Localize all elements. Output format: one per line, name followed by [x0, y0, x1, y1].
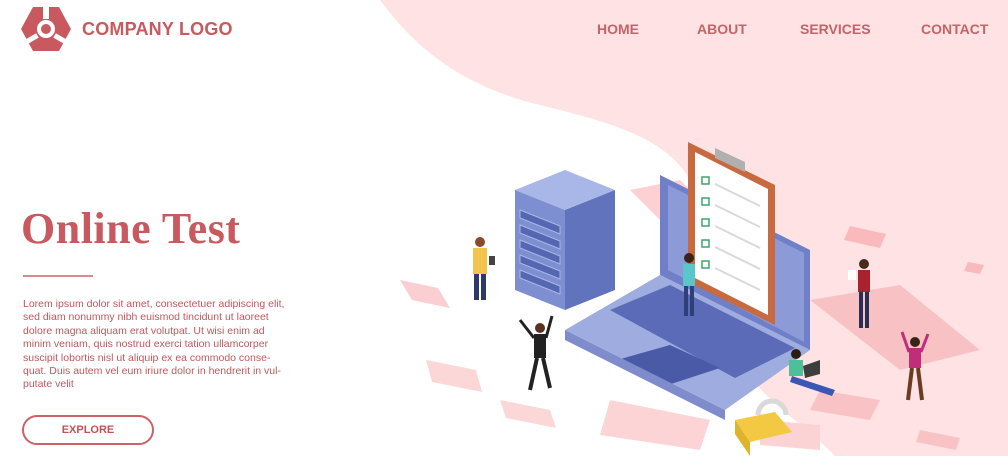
nav-home[interactable]: HOME — [597, 21, 639, 37]
server-rack — [515, 170, 615, 310]
person-standing-tablet — [473, 237, 495, 300]
padlock-icon — [735, 398, 792, 456]
nav-contact[interactable]: CONTACT — [921, 21, 988, 37]
nav-about[interactable]: ABOUT — [697, 21, 747, 37]
main-nav: HOME ABOUT SERVICES CONTACT — [0, 21, 1008, 41]
person-jumping — [518, 315, 554, 391]
title-divider — [23, 275, 93, 277]
hero-title: Online Test — [21, 204, 241, 253]
nav-services[interactable]: SERVICES — [800, 21, 871, 37]
person-sitting-laptop — [789, 349, 835, 396]
site-header: COMPANY LOGO HOME ABOUT SERVICES CONTACT — [0, 0, 1008, 60]
online-test-illustration — [400, 142, 984, 456]
explore-button[interactable]: EXPLORE — [22, 415, 154, 445]
hero-description: Lorem ipsum dolor sit amet, consectetuer… — [23, 298, 285, 391]
